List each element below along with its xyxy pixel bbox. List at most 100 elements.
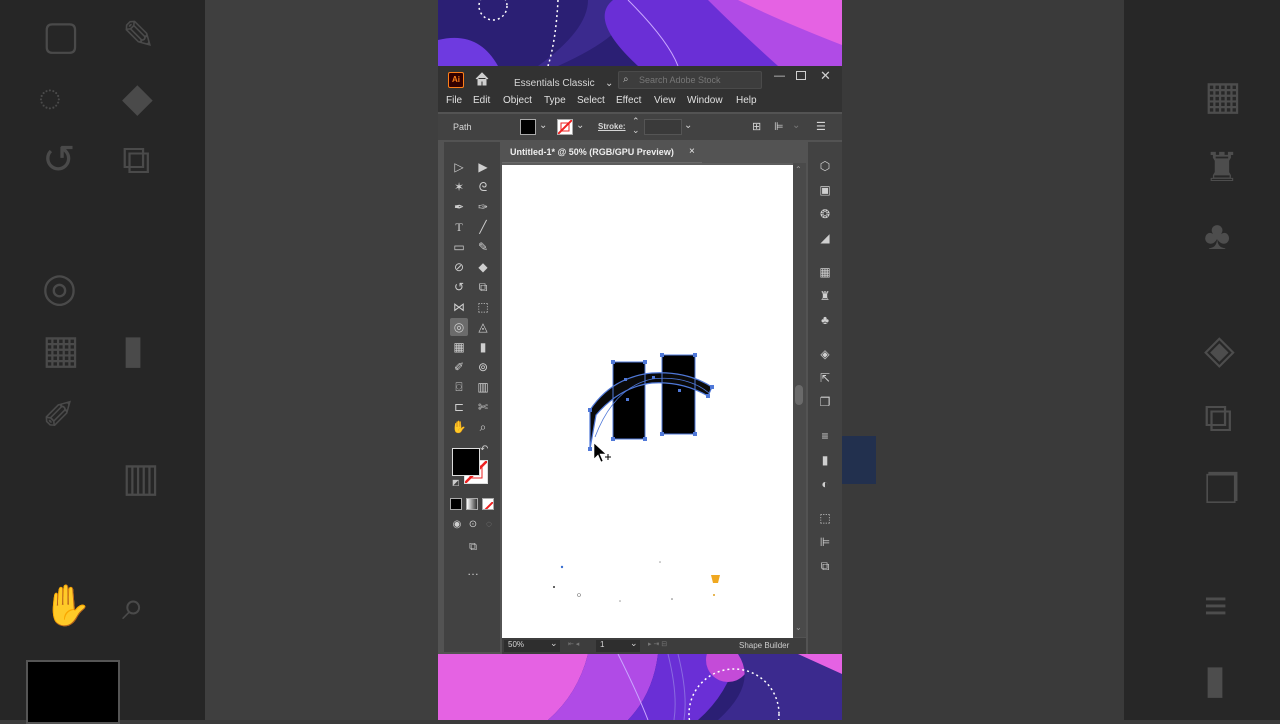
stroke-color-swatch[interactable] — [557, 119, 573, 135]
selection-tool-icon[interactable]: ▷ — [450, 158, 468, 176]
shaper-tool-icon[interactable]: ⊘ — [450, 258, 468, 276]
color-icon[interactable]: ◢ — [817, 230, 833, 246]
stroke-weight-label[interactable]: Stroke: — [598, 122, 626, 131]
control-bar-menu-icon[interactable]: ☰ — [816, 120, 826, 133]
gradient-panel-icon[interactable]: ▮ — [817, 452, 833, 468]
edit-toolbar-icon[interactable]: … — [464, 562, 482, 580]
close-document-icon[interactable]: × — [689, 146, 695, 157]
stroke-weight-chevron-icon[interactable]: ⌄ — [684, 120, 692, 131]
workspace-switcher[interactable]: Essentials Classic ⌄ — [514, 73, 613, 91]
tools-panel: ▷ ▶ ✶ ᘓ ✒ ✑ T ╱ ▭ ✎ ⊘ ◆ ↺ ⧉ ⋈ ⬚ ◎ ◬ ▦ ▮ … — [444, 142, 500, 652]
none-mode-icon[interactable] — [482, 498, 494, 510]
screen-mode-icon[interactable]: ⧉ — [464, 538, 482, 556]
layers-icon[interactable]: ◈ — [817, 346, 833, 362]
distribute-icon[interactable]: ⊫ — [774, 120, 784, 133]
maximize-icon[interactable] — [796, 71, 806, 80]
eyedropper-tool-icon[interactable]: ✐ — [450, 358, 468, 376]
zoom-field[interactable]: 50% ⌄ — [504, 638, 560, 652]
color-mode-icon[interactable] — [450, 498, 462, 510]
mesh-tool-icon[interactable]: ▦ — [450, 338, 468, 356]
zoom-chevron-icon: ⌄ — [550, 638, 558, 648]
properties-icon[interactable]: ▣ — [817, 182, 833, 198]
ghost-transparency-icon: ▮ — [1204, 658, 1227, 702]
scroll-down-icon[interactable]: ⌄ — [795, 623, 802, 632]
gradient-tool-icon[interactable]: ▮ — [474, 338, 492, 356]
swap-colors-icon[interactable]: ↶ — [480, 444, 488, 455]
vertical-scrollbar[interactable]: ⌃ ⌄ — [793, 163, 806, 637]
blend-tool-icon[interactable]: ⊚ — [474, 358, 492, 376]
menu-window[interactable]: Window — [687, 95, 723, 106]
column-graph-tool-icon[interactable]: ▥ — [474, 378, 492, 396]
menu-view[interactable]: View — [654, 95, 676, 106]
pen-tool-icon[interactable]: ✒ — [450, 198, 468, 216]
rectangle-tool-icon[interactable]: ▭ — [450, 238, 468, 256]
swatches-icon[interactable]: ▦ — [817, 264, 833, 280]
curvature-tool-icon[interactable]: ✑ — [474, 198, 492, 216]
menu-effect[interactable]: Effect — [616, 95, 641, 106]
brushes-icon[interactable]: ♜ — [817, 288, 833, 304]
magic-wand-tool-icon[interactable]: ✶ — [450, 178, 468, 196]
cursor-icon — [593, 442, 611, 463]
stroke-panel-icon[interactable]: ≡ — [817, 428, 833, 444]
pathfinder-icon[interactable]: ⧉ — [817, 558, 833, 574]
fill-chevron-icon[interactable]: ⌄ — [539, 120, 547, 131]
transparency-icon[interactable]: ◐ — [817, 476, 833, 492]
lasso-tool-icon[interactable]: ᘓ — [474, 178, 492, 196]
libraries-icon[interactable]: ⬡ — [817, 158, 833, 174]
close-window-icon[interactable]: ✕ — [820, 68, 831, 84]
fill-swatch[interactable] — [452, 448, 480, 476]
direct-selection-tool-icon[interactable]: ▶ — [474, 158, 492, 176]
align-chevron-icon[interactable]: ⌄ — [792, 120, 800, 131]
ghost-symbols-icon: ♣ — [1204, 214, 1231, 258]
width-tool-icon[interactable]: ⋈ — [450, 298, 468, 316]
hand-tool-icon[interactable]: ✋ — [450, 418, 468, 436]
ghost-blob-icon: ◌ — [38, 76, 62, 120]
align-icon[interactable]: ⊫ — [817, 534, 833, 550]
color-guide-icon[interactable]: ❂ — [817, 206, 833, 222]
free-transform-tool-icon[interactable]: ⬚ — [474, 298, 492, 316]
artboard-tool-icon[interactable]: ⊏ — [450, 398, 468, 416]
scroll-thumb[interactable] — [795, 385, 803, 405]
menu-help[interactable]: Help — [736, 95, 757, 106]
menu-object[interactable]: Object — [503, 95, 532, 106]
rotate-tool-icon[interactable]: ↺ — [450, 278, 468, 296]
scale-tool-icon[interactable]: ⧉ — [474, 278, 492, 296]
symbols-icon[interactable]: ♣ — [817, 312, 833, 328]
artboard[interactable] — [502, 165, 793, 638]
ghost-rotate-icon: ↺ — [42, 138, 76, 182]
draw-inside-icon[interactable]: ◌ — [480, 516, 498, 534]
scroll-up-icon[interactable]: ⌃ — [795, 165, 802, 174]
stroke-chevron-icon[interactable]: ⌄ — [576, 120, 584, 131]
zoom-tool-icon[interactable]: ⌕ — [474, 418, 492, 436]
stock-search-field[interactable]: ⌕ Search Adobe Stock — [618, 71, 762, 89]
home-icon[interactable] — [474, 71, 490, 87]
slice-tool-icon[interactable]: ✄ — [474, 398, 492, 416]
line-segment-tool-icon[interactable]: ╱ — [474, 218, 492, 236]
align-to-icon[interactable]: ⊞ — [752, 120, 761, 133]
document-tab[interactable]: Untitled-1* @ 50% (RGB/GPU Preview) × — [502, 142, 702, 163]
asset-export-icon[interactable]: ⇱ — [817, 370, 833, 386]
menu-type[interactable]: Type — [544, 95, 566, 106]
stroke-stepper-icon[interactable]: ⌃ ⌄ — [632, 117, 640, 135]
artboards-icon[interactable]: ❐ — [817, 394, 833, 410]
menu-select[interactable]: Select — [577, 95, 605, 106]
artboard-chevron-icon: ⌄ — [630, 638, 638, 648]
stroke-weight-input[interactable] — [644, 119, 682, 135]
artboard-navigator[interactable]: 1 ⌄ — [596, 638, 640, 652]
default-colors-icon[interactable]: ◩ — [452, 478, 460, 487]
perspective-grid-tool-icon[interactable]: ◬ — [474, 318, 492, 336]
symbol-sprayer-tool-icon[interactable]: ⌼ — [450, 378, 468, 396]
menu-edit[interactable]: Edit — [473, 95, 490, 106]
fill-color-swatch[interactable] — [520, 119, 536, 135]
ghost-align-icon: ≡ — [1204, 584, 1228, 628]
minimize-icon[interactable]: — — [774, 70, 785, 82]
menu-file[interactable]: File — [446, 95, 462, 106]
last-artboard-icon[interactable]: ▸ ⇥ ⊟ — [648, 640, 667, 648]
paintbrush-tool-icon[interactable]: ✎ — [474, 238, 492, 256]
transform-icon[interactable]: ⬚ — [817, 510, 833, 526]
gradient-mode-icon[interactable] — [466, 498, 478, 510]
type-tool-icon[interactable]: T — [450, 218, 468, 236]
shape-builder-tool-icon[interactable]: ◎ — [450, 318, 468, 336]
eraser-tool-icon[interactable]: ◆ — [474, 258, 492, 276]
first-artboard-icon[interactable]: ⇤ ◂ — [568, 640, 579, 648]
